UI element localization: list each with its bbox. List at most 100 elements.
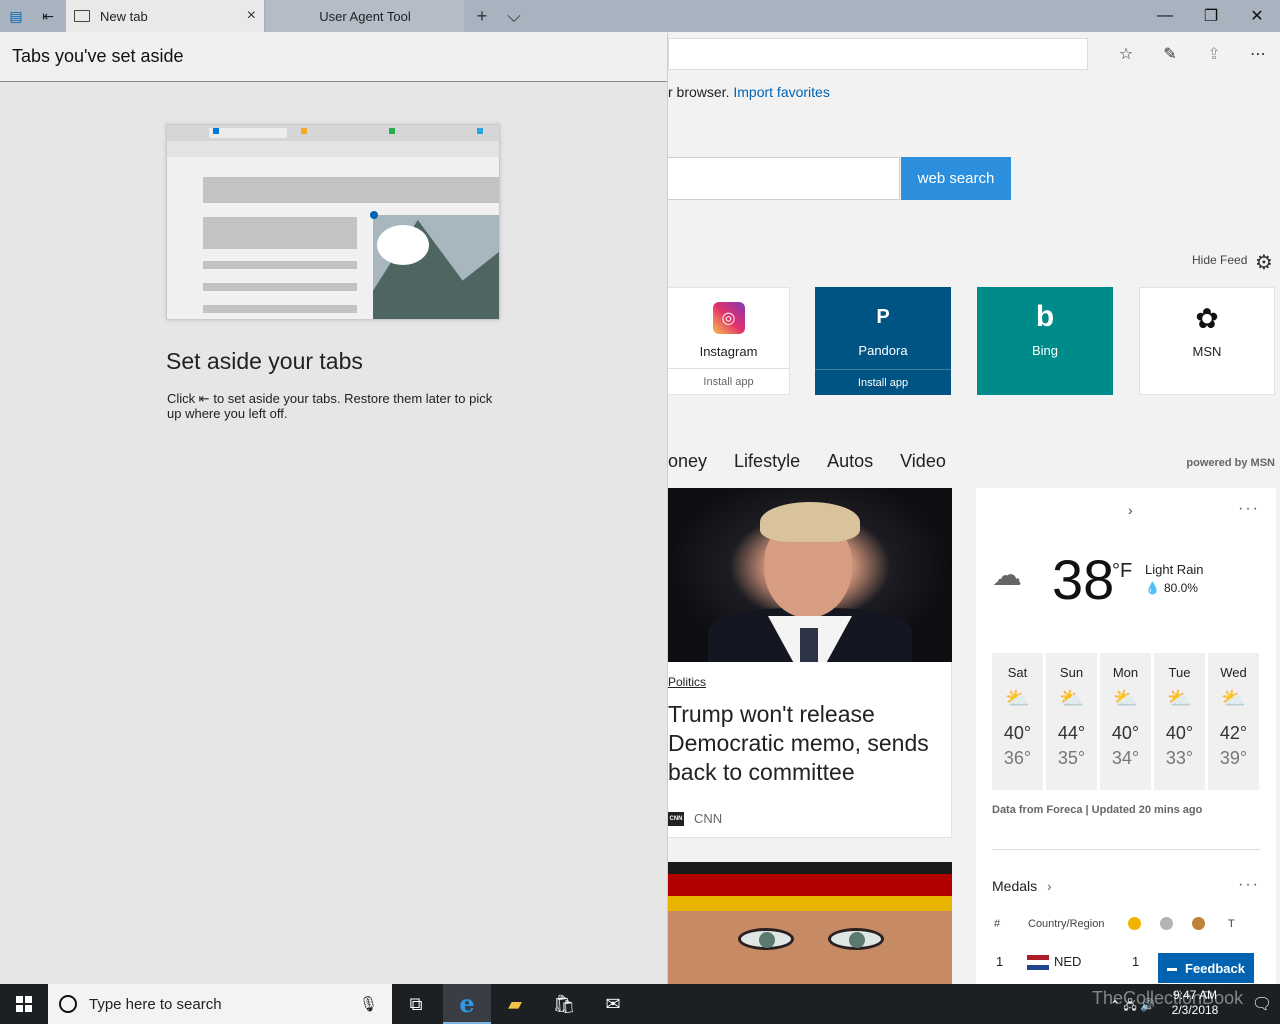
task-view-icon[interactable]: ⧉: [392, 984, 440, 1024]
category-money[interactable]: oney: [668, 451, 707, 472]
day-name: Sun: [1059, 665, 1084, 680]
start-button[interactable]: [0, 984, 48, 1024]
more-icon[interactable]: ···: [1238, 876, 1260, 894]
clock[interactable]: 9:47 AM 2/3/2018: [1160, 988, 1230, 1018]
forecast-days: Sat ⛅ 40° 36° Sun ⛅ 44° 35° Mon ⛅ 40° 34° Tue ⛅ 40°…: [992, 653, 1262, 790]
feedback-icon: ▬: [1167, 962, 1177, 974]
droplet-icon: 💧: [1145, 581, 1160, 595]
temperature-unit[interactable]: °F: [1112, 560, 1132, 583]
news-category-tag[interactable]: Politics: [668, 675, 706, 689]
cnn-logo-icon: CNN: [668, 811, 684, 826]
gold-medal-icon: [1128, 917, 1141, 933]
import-favorites-link[interactable]: Import favorites: [733, 84, 829, 100]
news-card[interactable]: Politics Trump won't release Democratic …: [668, 488, 952, 838]
pen-icon[interactable]: ✎: [1148, 32, 1192, 76]
more-icon[interactable]: ···: [1238, 500, 1260, 518]
more-icon[interactable]: ⋯: [1236, 32, 1280, 76]
tile-bing[interactable]: b Bing: [977, 287, 1113, 395]
tab-close-icon[interactable]: ×: [247, 7, 256, 25]
file-explorer-icon[interactable]: ▰: [491, 984, 539, 1024]
hide-feed-link[interactable]: Hide Feed: [1192, 253, 1247, 267]
category-video[interactable]: Video: [900, 451, 946, 472]
forecast-day[interactable]: Mon ⛅ 40° 34°: [1100, 653, 1151, 790]
chevron-down-icon[interactable]: ⌵: [498, 0, 530, 32]
tile-label: Instagram: [699, 344, 758, 359]
tile-label: MSN: [1192, 344, 1222, 359]
close-window-button[interactable]: ✕: [1234, 0, 1280, 32]
store-icon[interactable]: 🛍: [540, 984, 588, 1024]
taskbar-search-placeholder: Type here to search: [89, 995, 222, 1013]
pandora-icon: P: [876, 305, 890, 328]
forecast-day[interactable]: Sat ⛅ 40° 36°: [992, 653, 1043, 790]
windows-logo-icon: [16, 996, 32, 1012]
partly-sunny-icon: ⛅: [1113, 688, 1138, 710]
set-aside-description: Click ⇤ to set aside your tabs. Restore …: [167, 391, 497, 421]
country-header: Country/Region: [1028, 918, 1105, 930]
minimize-button[interactable]: —: [1142, 0, 1188, 32]
clock-time: 9:47 AM: [1172, 988, 1218, 1002]
panel-title: Tabs you've set aside: [0, 32, 667, 82]
chevron-right-icon[interactable]: ›: [1128, 502, 1133, 518]
system-tray-icons[interactable]: ⌃ 🖧 🔊: [1110, 996, 1155, 1017]
row-rank: 1: [996, 954, 1004, 969]
tab-label: User Agent Tool: [319, 8, 411, 24]
install-app-link[interactable]: Install app: [668, 368, 789, 394]
web-search-button[interactable]: web search: [901, 157, 1011, 200]
silver-medal-icon: [1160, 917, 1173, 933]
category-autos[interactable]: Autos: [827, 451, 873, 472]
weather-data-source: Data from Foreca | Updated 20 mins ago: [992, 804, 1203, 816]
medals-heading[interactable]: Medals ›: [992, 878, 1052, 894]
set-aside-tabs-icon[interactable]: ⇤: [32, 0, 64, 32]
title-bar: ▤ ⇤ New tab × User Agent Tool + ⌵ — ❐ ✕: [0, 0, 1280, 32]
tabs-aside-icon[interactable]: ▤: [0, 0, 32, 32]
day-low: 34°: [1111, 748, 1140, 768]
tile-label: Pandora: [858, 343, 908, 358]
set-aside-heading: Set aside your tabs: [166, 348, 363, 374]
gear-icon[interactable]: ⚙: [1255, 250, 1273, 275]
forecast-day[interactable]: Sun ⛅ 44° 35°: [1046, 653, 1097, 790]
weather-card: › ··· ☁ 38 °F Light Rain 💧 80.0% Sat ⛅ 40° 3…: [976, 488, 1276, 984]
tile-instagram[interactable]: ◎ Instagram Install app: [668, 287, 790, 395]
row-country: NED: [1027, 954, 1081, 971]
chevron-right-icon: ›: [1047, 878, 1052, 894]
forecast-day[interactable]: Wed ⛅ 42° 39°: [1208, 653, 1259, 790]
import-prompt: r browser. Import favorites: [668, 84, 830, 100]
install-app-link[interactable]: Install app: [815, 369, 951, 395]
favorites-icon[interactable]: ☆: [1104, 32, 1148, 76]
precipitation-value: 80.0%: [1163, 581, 1198, 595]
forecast-day[interactable]: Tue ⛅ 40° 33°: [1154, 653, 1205, 790]
feedback-button[interactable]: ▬ Feedback: [1158, 953, 1254, 983]
news-card-2-image[interactable]: [668, 862, 952, 984]
address-bar[interactable]: [668, 38, 1088, 70]
partly-sunny-icon: ⛅: [1221, 688, 1246, 710]
current-temperature: 38: [1052, 548, 1115, 611]
web-search-input[interactable]: [668, 157, 900, 200]
clock-date: 2/3/2018: [1171, 1003, 1219, 1017]
rank-header: #: [994, 918, 1001, 930]
news-headline[interactable]: Trump won't release Democratic memo, sen…: [668, 700, 948, 787]
mail-icon[interactable]: ✉: [589, 984, 637, 1024]
partly-sunny-icon: ⛅: [1059, 688, 1084, 710]
day-high: 40°: [1111, 723, 1140, 743]
tab-user-agent-tool[interactable]: User Agent Tool: [266, 0, 464, 32]
new-tab-button[interactable]: +: [466, 0, 498, 32]
tile-msn[interactable]: ✿ MSN: [1139, 287, 1275, 395]
category-lifestyle[interactable]: Lifestyle: [734, 451, 800, 472]
share-icon[interactable]: ⇪: [1192, 32, 1236, 76]
tile-pandora[interactable]: P Pandora Install app: [815, 287, 951, 395]
edge-taskbar-icon[interactable]: e: [443, 984, 491, 1024]
day-high: 40°: [1003, 723, 1032, 743]
day-low: 39°: [1219, 748, 1248, 768]
restore-button[interactable]: ❐: [1188, 0, 1234, 32]
tab-new-tab[interactable]: New tab ×: [66, 0, 264, 32]
row-gold: 1: [1132, 954, 1140, 969]
bing-icon: b: [1035, 300, 1055, 333]
microphone-icon[interactable]: 🎙: [359, 995, 378, 1013]
notification-icon[interactable]: 🗨: [1244, 984, 1280, 1024]
msn-butterfly-icon: ✿: [1195, 302, 1219, 334]
netherlands-flag-icon: [1027, 955, 1049, 971]
tab-label: New tab: [100, 8, 148, 24]
taskbar: Type here to search 🎙 ⧉ e ▰ 🛍 ✉ TheColle…: [0, 984, 1280, 1024]
day-name: Mon: [1112, 665, 1139, 680]
taskbar-search[interactable]: Type here to search 🎙: [48, 984, 392, 1024]
